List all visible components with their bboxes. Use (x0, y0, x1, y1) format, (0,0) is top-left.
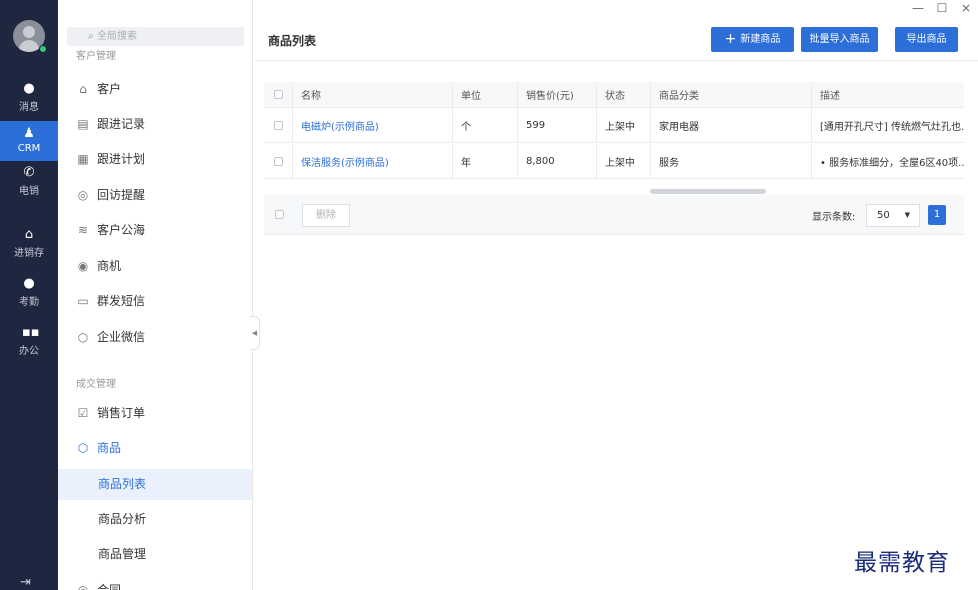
new-product-button[interactable]: + 新建商品 (711, 27, 794, 52)
waves-icon: ≋ (77, 223, 89, 237)
window-controls: — ☐ × (906, 0, 978, 16)
select-all-cell (264, 82, 292, 107)
logout-icon[interactable]: ⇥ (20, 575, 31, 590)
table-header-row: 名称 单位 销售价(元) 状态 商品分类 描述 (264, 82, 964, 108)
product-name-link[interactable]: 保洁服务(示例商品) (292, 144, 452, 178)
app-window: ● 消息 ♟ CRM ✆ 电销 ⌂ 进销存 ● 考勤 ▪▪ 办公 ⇥ ⌕ 全局搜… (0, 0, 978, 590)
rail-item-crm[interactable]: ♟ CRM (0, 121, 58, 161)
cube-icon: ⬡ (77, 441, 89, 455)
table-row[interactable]: 保洁服务(示例商品) 年 8,800 上架中 服务 • 服务标准细分，全屋6区4… (264, 144, 964, 179)
sidebar-item-product-analysis[interactable]: 商品分析 (58, 504, 252, 534)
sidebar-item-followup-records[interactable]: ▤ 跟进记录 (58, 109, 252, 139)
group-label-customer: 客户管理 (76, 51, 116, 62)
target-icon: ◉ (77, 259, 89, 273)
check-circle-icon: ◎ (77, 583, 89, 590)
row-select-cell (264, 144, 292, 178)
person-icon: ♟ (23, 126, 35, 141)
col-header-name[interactable]: 名称 (292, 82, 452, 107)
rail-item-messages[interactable]: ● 消息 (0, 82, 58, 120)
footer-select-all-checkbox[interactable] (275, 210, 284, 219)
caret-down-icon: ▼ (904, 211, 910, 219)
row-checkbox[interactable] (274, 156, 283, 166)
grid-icon: ▪▪ (22, 325, 40, 340)
rail-item-office[interactable]: ▪▪ 办公 (0, 326, 58, 364)
row-checkbox[interactable] (274, 120, 283, 130)
plus-icon: + (724, 31, 737, 47)
building-icon: ⌂ (79, 82, 87, 96)
col-header-price[interactable]: 销售价(元) (517, 82, 596, 107)
sidebar-item-wecom[interactable]: ○ 企业微信 (58, 322, 252, 352)
export-button[interactable]: 导出商品 (895, 27, 958, 52)
page-button-current[interactable]: 1 (928, 205, 946, 225)
sidebar-item-opportunity[interactable]: ◉ 商机 (58, 251, 252, 281)
table-row[interactable]: 电磁炉(示例商品) 个 599 上架中 家用电器 [通用开孔尺寸] 传统燃气灶孔… (264, 108, 964, 143)
wechat-icon: ○ (77, 330, 89, 344)
rail-item-attendance[interactable]: ● 考勤 (0, 277, 58, 315)
price-cell: 599 (517, 108, 596, 142)
home-icon: ⌂ (24, 227, 34, 242)
note-icon: ▤ (77, 117, 89, 131)
page-header: 商品列表 + 新建商品 批量导入商品 导出商品 (254, 18, 978, 61)
order-icon: ☑ (77, 406, 89, 420)
online-status-dot (39, 45, 47, 53)
global-search-input[interactable]: ⌕ 全局搜索 (67, 27, 244, 46)
product-name-link[interactable]: 电磁炉(示例商品) (292, 108, 452, 142)
category-cell: 家用电器 (650, 108, 811, 142)
sidebar-item-customer[interactable]: ⌂ 客户 (58, 74, 252, 104)
maximize-icon[interactable]: ☐ (930, 0, 954, 16)
chat-icon: ● (23, 81, 35, 96)
calendar-icon: ▦ (77, 152, 89, 166)
delete-button[interactable]: 删除 (302, 204, 350, 227)
bulk-import-button[interactable]: 批量导入商品 (801, 27, 878, 52)
group-label-deal: 成交管理 (76, 379, 116, 390)
page-title: 商品列表 (268, 34, 317, 48)
col-header-desc[interactable]: 描述 (811, 82, 964, 107)
message-icon: ▭ (77, 294, 89, 308)
sidebar-item-contract[interactable]: ◎ 合同 (58, 575, 252, 590)
unit-cell: 年 (452, 144, 517, 178)
main-nav-rail: ● 消息 ♟ CRM ✆ 电销 ⌂ 进销存 ● 考勤 ▪▪ 办公 ⇥ (0, 0, 58, 590)
sidebar-item-revisit-reminder[interactable]: ◎ 回访提醒 (58, 180, 252, 210)
page-size-select[interactable]: 50 ▼ (866, 204, 920, 227)
alarm-icon: ◎ (77, 188, 89, 202)
sidebar-item-product-manage[interactable]: 商品管理 (58, 539, 252, 569)
sidebar-item-customer-pool[interactable]: ≋ 客户公海 (58, 215, 252, 245)
phone-icon: ✆ (23, 165, 35, 180)
desc-cell: • 服务标准细分，全屋6区40项... (811, 144, 964, 178)
watermark: 最需教育 (854, 550, 950, 576)
sidebar-item-followup-plan[interactable]: ▦ 跟进计划 (58, 144, 252, 174)
close-icon[interactable]: × (954, 0, 978, 16)
status-cell: 上架中 (596, 144, 650, 178)
sidebar-collapse-handle[interactable]: ◀ (250, 316, 260, 350)
search-icon: ⌕ (88, 31, 94, 42)
price-cell: 8,800 (517, 144, 596, 178)
sidebar-item-sales-order[interactable]: ☑ 销售订单 (58, 398, 252, 428)
sidebar-item-product[interactable]: ⬡ 商品 (58, 433, 252, 463)
page-size-label: 显示条数: (812, 212, 856, 223)
category-cell: 服务 (650, 144, 811, 178)
row-select-cell (264, 108, 292, 142)
minimize-icon[interactable]: — (906, 0, 930, 16)
status-cell: 上架中 (596, 108, 650, 142)
col-header-unit[interactable]: 单位 (452, 82, 517, 107)
col-header-category[interactable]: 商品分类 (650, 82, 811, 107)
crm-sidebar: ⌕ 全局搜索 客户管理 ⌂ 客户 ▤ 跟进记录 ▦ 跟进计划 ◎ 回访提醒 ≋ … (58, 0, 253, 590)
rail-item-inventory[interactable]: ⌂ 进销存 (0, 228, 58, 266)
location-icon: ● (23, 276, 35, 291)
rail-item-telesales[interactable]: ✆ 电销 (0, 166, 58, 204)
sidebar-item-product-list[interactable]: 商品列表 (58, 469, 252, 500)
col-header-status[interactable]: 状态 (596, 82, 650, 107)
unit-cell: 个 (452, 108, 517, 142)
table-footer: 删除 显示条数: 50 ▼ 1 (264, 195, 964, 235)
sidebar-item-bulk-sms[interactable]: ▭ 群发短信 (58, 286, 252, 316)
horizontal-scrollbar[interactable] (650, 189, 766, 194)
select-all-checkbox[interactable] (274, 90, 283, 99)
desc-cell: [通用开孔尺寸] 传统燃气灶孔也... (811, 108, 964, 142)
